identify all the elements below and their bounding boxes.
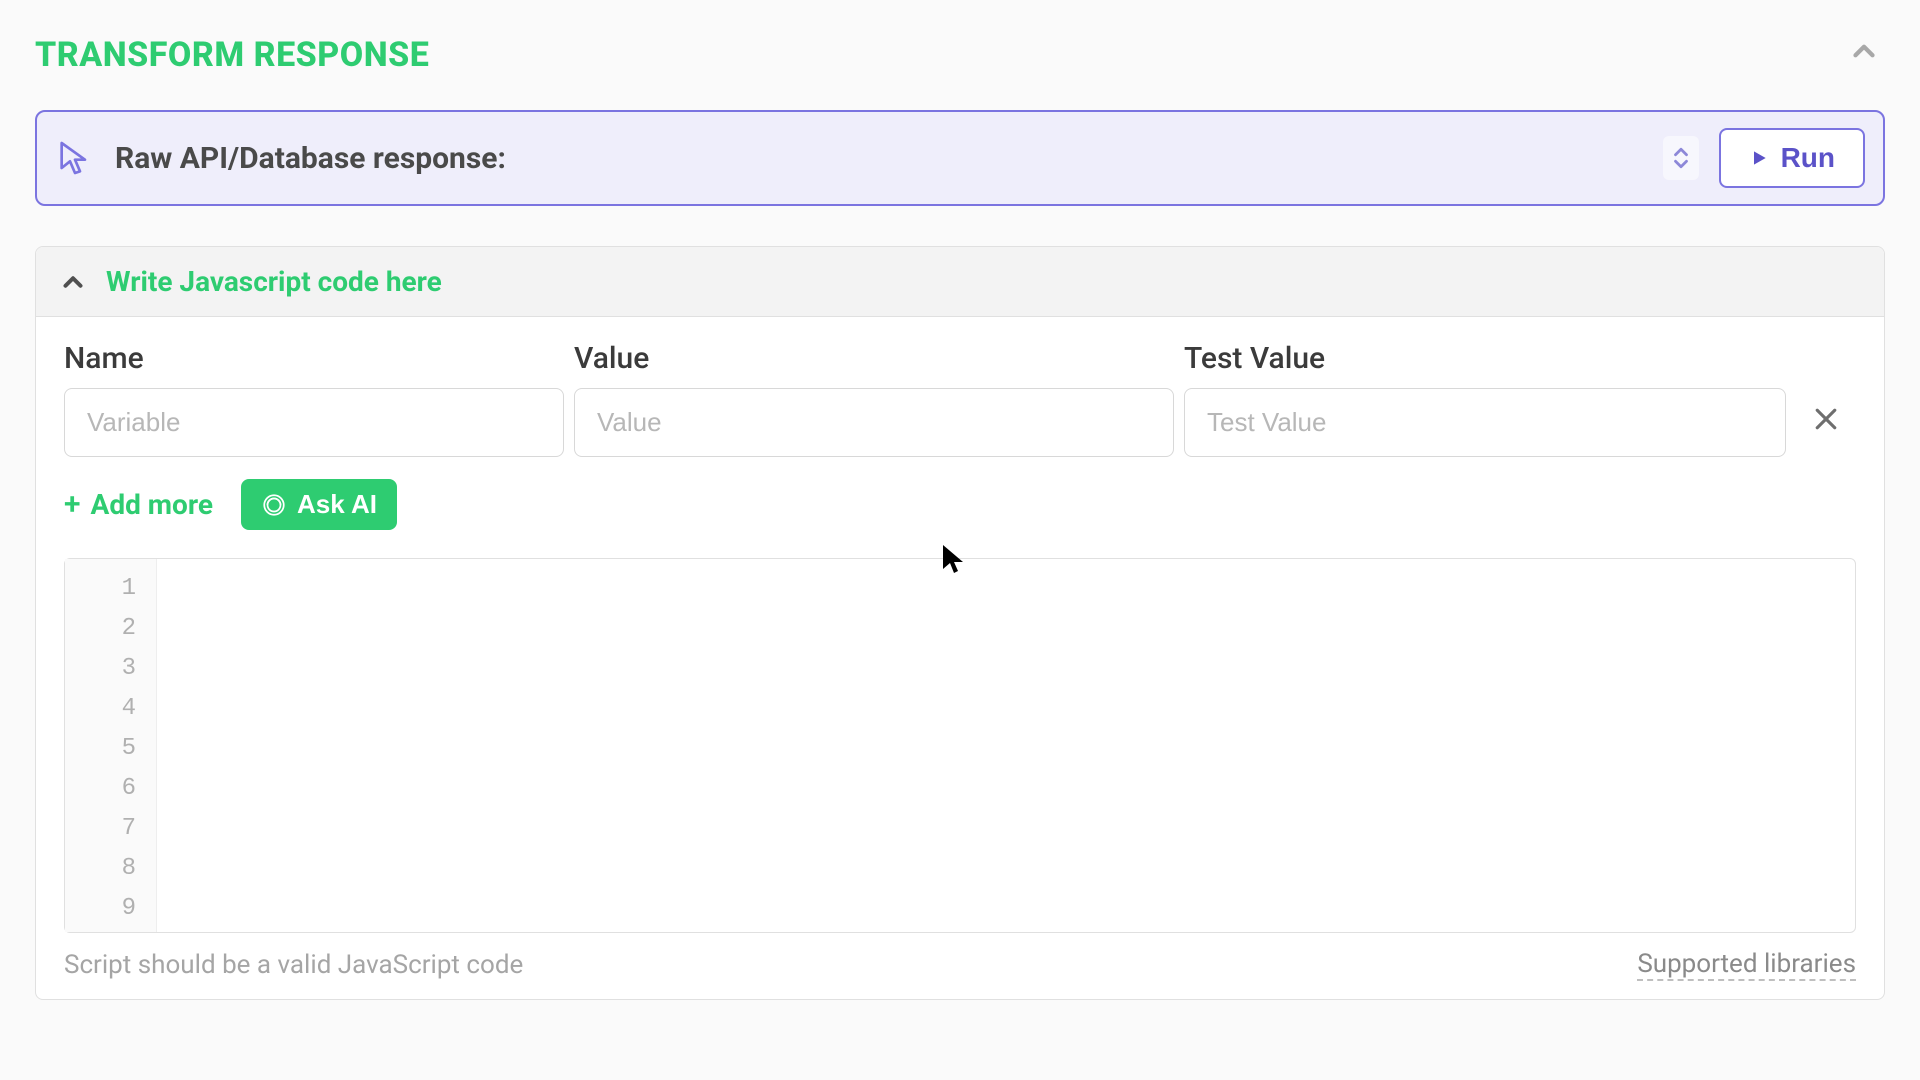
- ai-sparkle-icon: [261, 492, 287, 518]
- line-number: 8: [65, 849, 136, 889]
- run-button-label: Run: [1781, 142, 1835, 174]
- variables-column-headers: Name Value Test Value: [64, 341, 1856, 376]
- run-button[interactable]: Run: [1719, 128, 1865, 188]
- raw-response-bar: Raw API/Database response: Run: [35, 110, 1885, 206]
- plus-icon: +: [64, 487, 81, 522]
- line-number: 7: [65, 809, 136, 849]
- variable-row: [64, 388, 1856, 457]
- code-area[interactable]: [157, 559, 1855, 932]
- column-header-name: Name: [64, 341, 564, 376]
- remove-row-button[interactable]: [1796, 403, 1856, 443]
- supported-libraries-link[interactable]: Supported libraries: [1637, 949, 1856, 981]
- validation-message: Script should be a valid JavaScript code: [64, 950, 523, 980]
- column-header-test-value: Test Value: [1184, 341, 1786, 376]
- variables-section: Name Value Test Value + Add more: [36, 317, 1884, 540]
- line-number: 5: [65, 729, 136, 769]
- code-panel: Write Javascript code here Name Value Te…: [35, 246, 1885, 1000]
- raw-response-label: Raw API/Database response:: [115, 141, 1643, 176]
- column-header-value: Value: [574, 341, 1174, 376]
- code-editor[interactable]: 1 2 3 4 5 6 7 8 9: [64, 558, 1856, 933]
- cursor-icon: [55, 138, 95, 178]
- add-more-button[interactable]: + Add more: [64, 487, 213, 522]
- expand-collapse-toggle[interactable]: [1663, 136, 1699, 180]
- add-more-label: Add more: [91, 488, 213, 521]
- line-number: 6: [65, 769, 136, 809]
- chevron-up-icon: [58, 267, 88, 297]
- editor-gutter: 1 2 3 4 5 6 7 8 9: [65, 559, 157, 932]
- collapse-section-button[interactable]: [1843, 30, 1885, 80]
- line-number: 4: [65, 689, 136, 729]
- ask-ai-button[interactable]: Ask AI: [241, 479, 397, 530]
- code-panel-footer: Script should be a valid JavaScript code…: [36, 933, 1884, 999]
- code-panel-header[interactable]: Write Javascript code here: [36, 247, 1884, 317]
- actions-row: + Add more Ask AI: [64, 479, 1856, 530]
- variable-value-input[interactable]: [574, 388, 1174, 457]
- variable-name-input[interactable]: [64, 388, 564, 457]
- line-number: 9: [65, 889, 136, 929]
- line-number: 1: [65, 569, 136, 609]
- page-title: TRANSFORM RESPONSE: [35, 35, 429, 75]
- line-number: 2: [65, 609, 136, 649]
- section-header: TRANSFORM RESPONSE: [35, 30, 1885, 80]
- code-panel-title: Write Javascript code here: [106, 265, 442, 298]
- variable-test-value-input[interactable]: [1184, 388, 1786, 457]
- play-icon: [1749, 148, 1769, 168]
- line-number: 3: [65, 649, 136, 689]
- ask-ai-label: Ask AI: [297, 489, 377, 520]
